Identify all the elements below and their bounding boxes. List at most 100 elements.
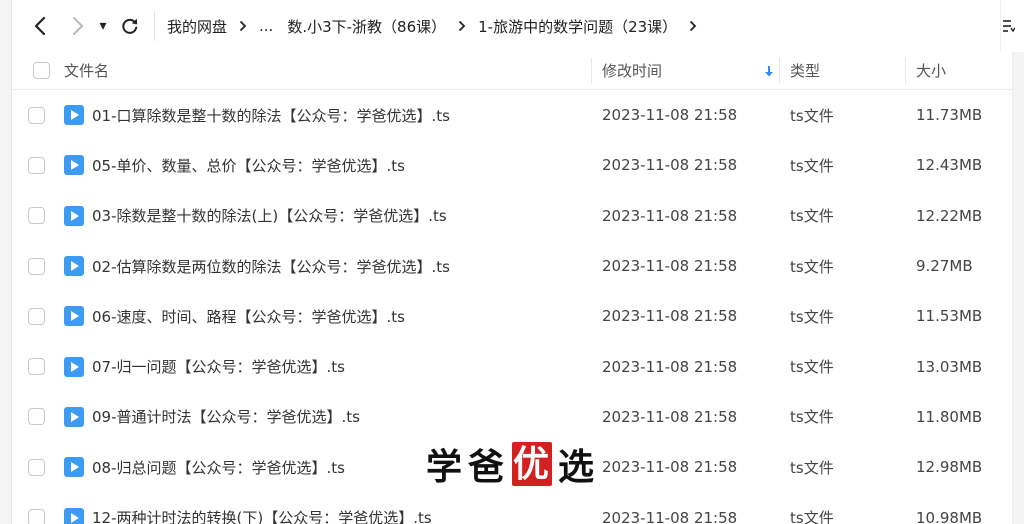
- row-select: [12, 257, 64, 275]
- row-select: [12, 358, 64, 376]
- row-checkbox[interactable]: [28, 307, 45, 325]
- caret-down-icon: ▾: [99, 18, 107, 34]
- file-size: 11.80MB: [916, 407, 983, 426]
- file-type: ts文件: [790, 207, 834, 226]
- row-select: [12, 207, 64, 225]
- video-file-icon: [64, 356, 84, 377]
- column-name-label: 文件名: [64, 62, 110, 80]
- file-row[interactable]: 02-估算除数是两位数的除法【公众号：学爸优选】.ts 2023-11-08 2…: [12, 241, 1012, 291]
- column-header-mtime[interactable]: 修改时间: [592, 52, 780, 90]
- forward-button[interactable]: [64, 12, 92, 40]
- chevron-right-icon: [690, 20, 697, 32]
- file-type-cell: [64, 457, 92, 478]
- video-file-icon: [64, 256, 84, 277]
- file-type-cell: [64, 507, 92, 524]
- back-button[interactable]: [26, 12, 54, 40]
- file-row[interactable]: 07-归一问题【公众号：学爸优选】.ts 2023-11-08 21:58 ts…: [12, 341, 1012, 391]
- file-row[interactable]: 12-两种计时法的转换(下)【公众号：学爸优选】.ts 2023-11-08 2…: [12, 492, 1012, 524]
- column-header-name[interactable]: 文件名: [64, 52, 592, 90]
- file-name[interactable]: 05-单价、数量、总价【公众号：学爸优选】.ts: [92, 155, 592, 176]
- file-type-cell: [64, 306, 92, 327]
- watermark-char: 学: [425, 446, 464, 488]
- breadcrumb-expand-arrow[interactable]: [689, 20, 697, 32]
- left-panel-edge: [0, 0, 12, 524]
- file-size: 12.98MB: [916, 458, 983, 477]
- file-mtime: 2023-11-08 21:58: [602, 458, 738, 477]
- breadcrumb-separator: [458, 20, 466, 32]
- refresh-button[interactable]: [116, 12, 144, 40]
- file-mtime: 2023-11-08 21:58: [602, 106, 738, 125]
- file-mtime: 2023-11-08 21:58: [602, 307, 738, 326]
- file-size: 9.27MB: [916, 257, 973, 276]
- file-row[interactable]: 01-口算除数是整十数的除法【公众号：学爸优选】.ts 2023-11-08 2…: [12, 90, 1012, 140]
- file-mtime: 2023-11-08 21:58: [602, 407, 738, 426]
- file-type: ts文件: [790, 358, 834, 377]
- file-type: ts文件: [790, 307, 834, 326]
- file-name[interactable]: 01-口算除数是整十数的除法【公众号：学爸优选】.ts: [92, 105, 592, 126]
- file-size: 11.73MB: [916, 106, 983, 125]
- sort-list-icon: [1003, 20, 1015, 33]
- file-type: ts文件: [790, 509, 834, 524]
- row-checkbox[interactable]: [28, 156, 45, 174]
- navigation-toolbar: ▾ 我的网盘 ... 数.小3下-浙教（86课） 1-旅游中的数学问题（23课）: [12, 0, 1024, 52]
- file-mtime: 2023-11-08 21:58: [602, 156, 738, 175]
- file-type: ts文件: [790, 106, 834, 125]
- vertical-scrollbar[interactable]: [1012, 52, 1024, 524]
- file-name[interactable]: 09-普通计时法【公众号：学爸优选】.ts: [92, 406, 592, 427]
- file-type-cell: [64, 105, 92, 126]
- breadcrumb-root[interactable]: 我的网盘: [167, 16, 227, 37]
- file-name[interactable]: 02-估算除数是两位数的除法【公众号：学爸优选】.ts: [92, 256, 592, 277]
- chevron-right-icon: [239, 20, 247, 32]
- row-select: [12, 509, 64, 524]
- file-size: 12.22MB: [916, 206, 983, 225]
- column-header-type[interactable]: 类型: [780, 52, 906, 90]
- watermark-char-highlight: 优: [512, 442, 552, 486]
- toolbar-divider: [154, 11, 155, 41]
- row-checkbox[interactable]: [28, 106, 45, 124]
- chevron-right-icon: [72, 16, 84, 36]
- row-checkbox[interactable]: [28, 408, 45, 426]
- history-dropdown-button[interactable]: ▾: [94, 12, 112, 40]
- file-name[interactable]: 03-除数是整十数的除法(上)【公众号：学爸优选】.ts: [92, 205, 592, 226]
- file-size: 12.43MB: [916, 156, 983, 175]
- column-type-label: 类型: [790, 62, 821, 80]
- file-type-cell: [64, 406, 92, 427]
- chevron-right-icon: [459, 20, 466, 32]
- row-checkbox[interactable]: [28, 257, 45, 275]
- row-checkbox[interactable]: [28, 458, 45, 476]
- file-type-cell: [64, 155, 92, 176]
- file-row[interactable]: 05-单价、数量、总价【公众号：学爸优选】.ts 2023-11-08 21:5…: [12, 140, 1012, 190]
- file-name[interactable]: 07-归一问题【公众号：学爸优选】.ts: [92, 356, 592, 377]
- row-select: [12, 156, 64, 174]
- file-name[interactable]: 12-两种计时法的转换(下)【公众号：学爸优选】.ts: [92, 507, 592, 524]
- watermark-char: 选: [557, 446, 596, 488]
- breadcrumb-separator: [239, 20, 247, 32]
- video-file-icon: [64, 507, 84, 524]
- breadcrumb-current-folder[interactable]: 1-旅游中的数学问题（23课）: [478, 16, 677, 37]
- chevron-left-icon: [34, 16, 46, 36]
- breadcrumb-folder-course[interactable]: 数.小3下-浙教（86课）: [287, 16, 446, 37]
- file-row[interactable]: 06-速度、时间、路程【公众号：学爸优选】.ts 2023-11-08 21:5…: [12, 291, 1012, 341]
- sort-options-button[interactable]: [1000, 0, 1024, 52]
- video-file-icon: [64, 406, 84, 427]
- file-list-header: 文件名 修改时间 类型 大小: [12, 52, 1012, 90]
- file-size: 13.03MB: [916, 357, 983, 376]
- file-row[interactable]: 09-普通计时法【公众号：学爸优选】.ts 2023-11-08 21:58 t…: [12, 392, 1012, 442]
- select-all-checkbox[interactable]: [33, 62, 50, 79]
- header-select-all: [12, 52, 64, 90]
- video-file-icon: [64, 457, 84, 478]
- file-name[interactable]: 06-速度、时间、路程【公众号：学爸优选】.ts: [92, 306, 592, 327]
- row-checkbox[interactable]: [28, 358, 45, 376]
- column-header-size[interactable]: 大小: [906, 52, 1012, 90]
- file-row[interactable]: 03-除数是整十数的除法(上)【公众号：学爸优选】.ts 2023-11-08 …: [12, 191, 1012, 241]
- refresh-icon: [122, 18, 138, 34]
- row-checkbox[interactable]: [28, 509, 45, 524]
- row-select: [12, 458, 64, 476]
- file-size: 11.53MB: [916, 307, 983, 326]
- file-mtime: 2023-11-08 21:58: [602, 206, 738, 225]
- file-size: 10.98MB: [916, 508, 983, 524]
- video-file-icon: [64, 155, 84, 176]
- breadcrumb-ellipsis[interactable]: ...: [259, 17, 273, 35]
- file-type-cell: [64, 256, 92, 277]
- row-checkbox[interactable]: [28, 207, 45, 225]
